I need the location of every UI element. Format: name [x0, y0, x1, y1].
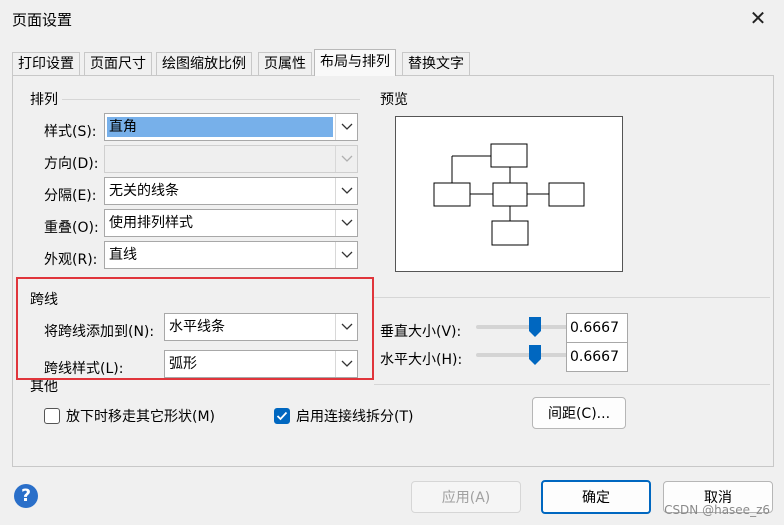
jump-add-to-dropdown[interactable]: 水平线条 [164, 313, 358, 341]
checkmark-icon[interactable] [274, 408, 290, 424]
horizontal-size-slider[interactable] [476, 345, 568, 365]
jump-add-to-value: 水平线条 [169, 319, 225, 335]
chevron-down-icon[interactable] [335, 314, 357, 340]
close-icon[interactable]: ✕ [746, 6, 770, 30]
vertical-size-slider[interactable] [476, 317, 568, 337]
chevron-down-icon[interactable] [335, 114, 357, 140]
watermark: CSDN @hasee_z6 [664, 503, 770, 517]
arrange-group-divider [62, 99, 360, 100]
overlap-label: 重叠(O): [44, 220, 99, 236]
title-bar: 页面设置 ✕ [0, 0, 784, 38]
split-connectors-label: 启用连接线拆分(T) [296, 409, 414, 425]
other-group-divider [374, 384, 770, 385]
dialog-title: 页面设置 [12, 11, 73, 29]
tab-page-properties[interactable]: 页属性 [258, 52, 312, 75]
vertical-size-input[interactable]: 0.6667 [566, 313, 628, 343]
help-icon[interactable]: ? [14, 484, 38, 508]
chevron-down-icon[interactable] [335, 351, 357, 377]
layout-preview [395, 116, 623, 272]
jumps-group-label: 跨线 [30, 292, 58, 308]
chevron-down-icon[interactable] [335, 242, 357, 268]
separation-value: 无关的线条 [109, 183, 179, 199]
tab-drawing-scale[interactable]: 绘图缩放比例 [156, 52, 252, 75]
apply-button[interactable]: 应用(A) [411, 481, 521, 513]
checkbox-box[interactable] [44, 408, 60, 424]
appearance-label: 外观(R): [44, 252, 98, 268]
horizontal-size-label: 水平大小(H): [380, 352, 463, 368]
jumps-group-divider [374, 297, 770, 298]
direction-value [107, 149, 111, 169]
overlap-value: 使用排列样式 [109, 215, 193, 231]
overlap-dropdown[interactable]: 使用排列样式 [104, 209, 358, 237]
style-value: 直角 [107, 117, 333, 137]
jump-style-value: 弧形 [169, 356, 197, 372]
ok-button[interactable]: 确定 [541, 480, 651, 514]
jump-add-to-label: 将跨线添加到(N): [44, 324, 155, 340]
chevron-down-icon[interactable] [335, 178, 357, 204]
split-connectors-checkbox[interactable]: 启用连接线拆分(T) [274, 406, 413, 426]
direction-label: 方向(D): [44, 156, 99, 172]
appearance-value: 直线 [109, 247, 137, 263]
appearance-dropdown[interactable]: 直线 [104, 241, 358, 269]
jump-style-dropdown[interactable]: 弧形 [164, 350, 358, 378]
move-shapes-checkbox[interactable]: 放下时移走其它形状(M) [44, 406, 215, 426]
style-label: 样式(S): [44, 124, 97, 140]
separation-dropdown[interactable]: 无关的线条 [104, 177, 358, 205]
horizontal-size-input[interactable]: 0.6667 [566, 342, 628, 372]
chevron-down-icon [335, 146, 357, 172]
jump-style-label: 跨线样式(L): [44, 361, 124, 377]
tab-print-setup[interactable]: 打印设置 [12, 52, 80, 75]
arrange-group-label: 排列 [30, 92, 58, 108]
slider-thumb[interactable] [529, 345, 541, 365]
tab-layout-routing[interactable]: 布局与排列 [314, 49, 396, 76]
direction-dropdown[interactable] [104, 145, 358, 173]
tab-page-size[interactable]: 页面尺寸 [84, 52, 152, 75]
move-shapes-label: 放下时移走其它形状(M) [66, 409, 216, 425]
vertical-size-label: 垂直大小(V): [380, 324, 462, 340]
style-dropdown[interactable]: 直角 [104, 113, 358, 141]
slider-track [476, 353, 568, 357]
separation-label: 分隔(E): [44, 188, 97, 204]
chevron-down-icon[interactable] [335, 210, 357, 236]
slider-track [476, 325, 568, 329]
other-group-label: 其他 [30, 379, 58, 395]
tab-alt-text[interactable]: 替换文字 [402, 52, 470, 75]
preview-label: 预览 [380, 92, 408, 108]
spacing-button[interactable]: 间距(C)... [532, 397, 626, 429]
slider-thumb[interactable] [529, 317, 541, 337]
preview-diagram [433, 143, 585, 246]
